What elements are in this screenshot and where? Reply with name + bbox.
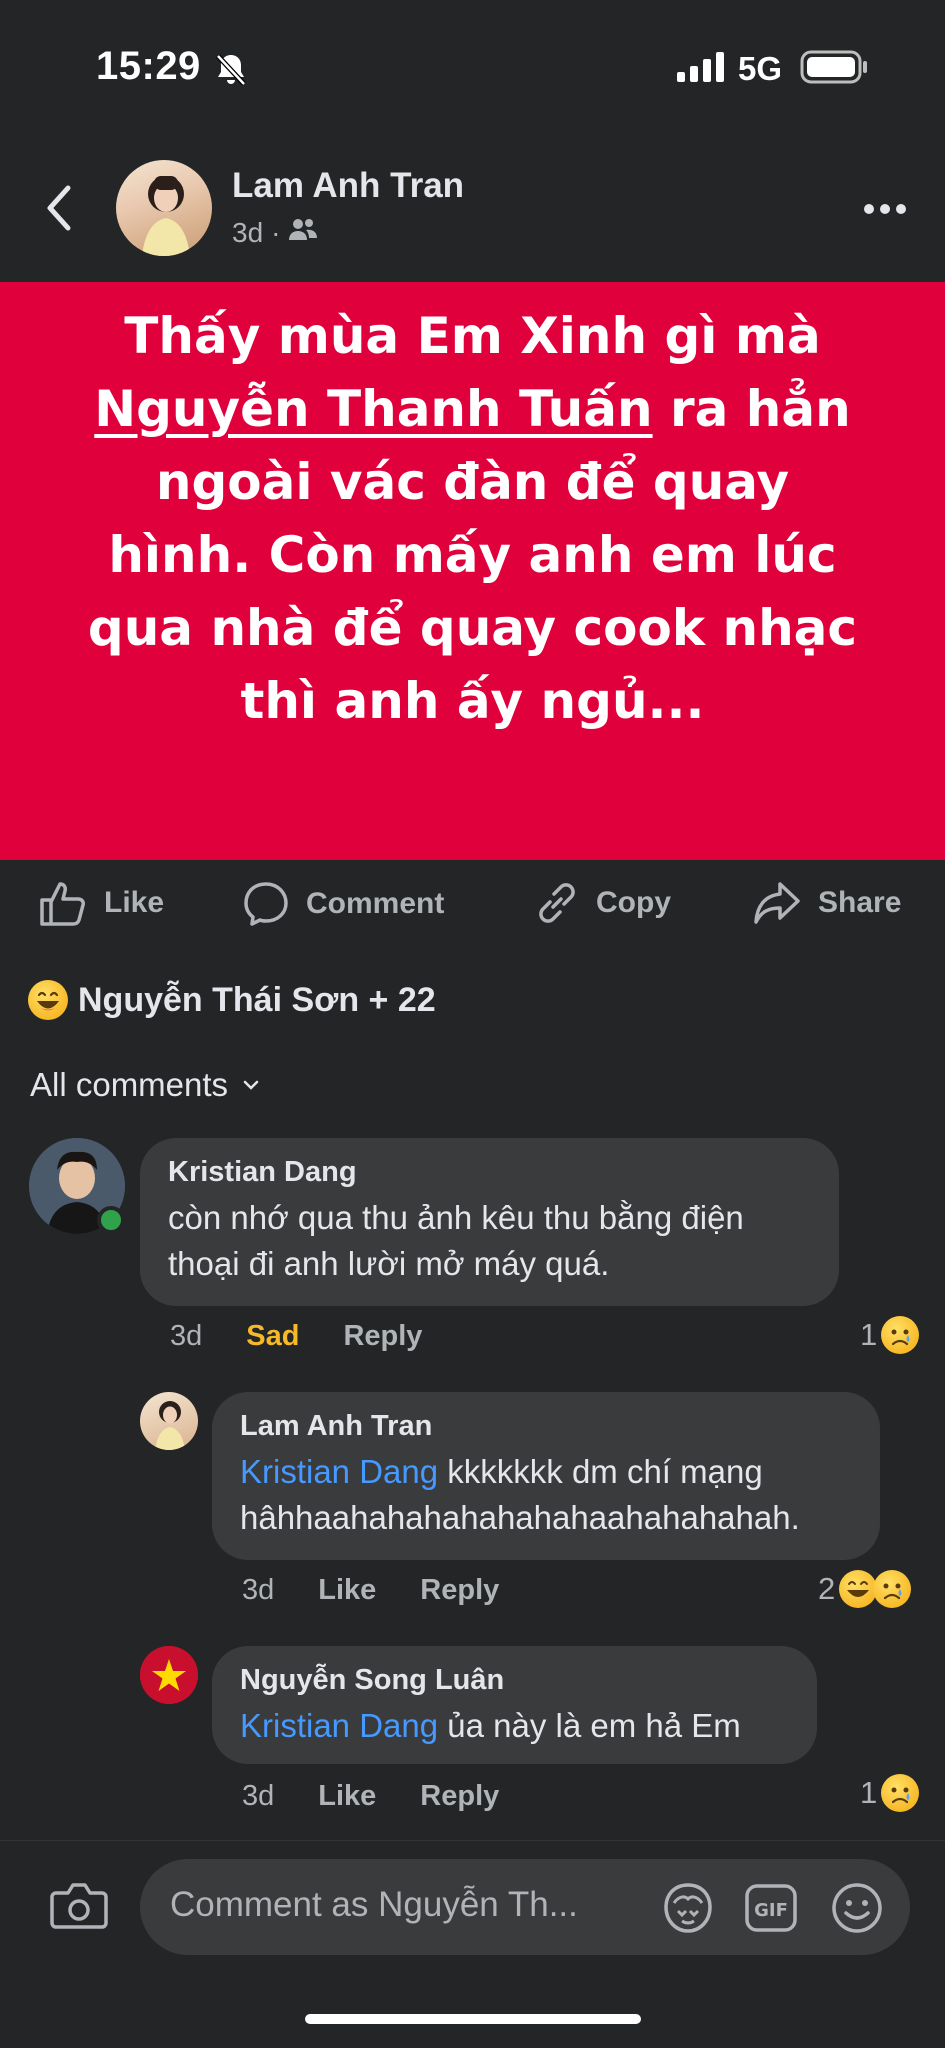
reactions-summary[interactable]: Nguyễn Thái Sơn + 22	[28, 980, 436, 1020]
camera-icon[interactable]	[50, 1881, 108, 1936]
comment-mention[interactable]: Kristian Dang	[240, 1453, 438, 1490]
commenter-avatar[interactable]	[140, 1646, 198, 1704]
commenter-avatar[interactable]	[140, 1392, 198, 1450]
copy-button[interactable]: Copy	[534, 880, 671, 926]
poster-name[interactable]: Lam Anh Tran	[232, 166, 464, 206]
comment-meta: 3d Like Reply	[242, 1574, 499, 1607]
share-button[interactable]: Share	[752, 880, 901, 926]
comment-filter-dropdown[interactable]: All comments	[30, 1066, 260, 1104]
post-line-text: ra hẳn	[652, 380, 851, 438]
comment-time: 3d	[242, 1780, 275, 1812]
comment-body: ủa này là em hả Em	[438, 1707, 741, 1744]
haha-reaction-icon	[839, 1570, 878, 1608]
meta-separator: ·	[271, 216, 281, 248]
comment-reaction-count[interactable]: 1	[860, 1316, 920, 1354]
like-comment-button[interactable]: Like	[318, 1574, 376, 1607]
friends-audience-icon	[288, 216, 318, 249]
reaction-count: 2	[818, 1571, 836, 1606]
comment-time: 3d	[170, 1320, 203, 1352]
sad-reaction-icon	[881, 1774, 920, 1812]
post-line: hình. Còn mấy anh em lúc	[108, 526, 837, 584]
bell-muted-icon	[214, 52, 248, 93]
like-comment-button[interactable]: Like	[318, 1780, 376, 1813]
comment-author[interactable]: Nguyễn Song Luân	[240, 1664, 789, 1697]
status-time: 15:29	[96, 44, 201, 88]
comment-meta: 3d Like Reply	[242, 1780, 499, 1813]
comment-label: Comment	[306, 887, 445, 920]
sad-reaction-icon	[873, 1570, 912, 1608]
post-line: thì anh ấy ngủ...	[240, 672, 705, 730]
post-actions: Like Comment Copy Share	[0, 868, 945, 948]
sad-reaction-icon	[881, 1316, 920, 1354]
gif-icon[interactable]: GIF	[744, 1883, 798, 1938]
post-header: Lam Anh Tran 3d ·	[0, 140, 945, 282]
comment-button[interactable]: Comment	[242, 880, 444, 928]
comment-text: Kristian Dang ủa này là em hả Em	[240, 1703, 789, 1749]
comment-input-placeholder: Comment as Nguyễn Th...	[170, 1885, 578, 1924]
post-line: Thấy mùa Em Xinh gì mà	[124, 307, 821, 365]
comment-bubble[interactable]: Kristian Dang còn nhớ qua thu ảnh kêu th…	[140, 1138, 839, 1306]
post-line: qua nhà để quay cook nhạc	[87, 599, 858, 657]
reply-bubble[interactable]: Lam Anh Tran Kristian Dang kkkkkkk dm ch…	[212, 1392, 880, 1560]
post-text: Thấy mùa Em Xinh gì mà Nguyễn Thanh Tuấn…	[88, 300, 857, 738]
comment-time: 3d	[242, 1574, 275, 1606]
back-icon[interactable]	[40, 180, 76, 241]
battery-icon	[800, 50, 868, 89]
reactions-summary-text: Nguyễn Thái Sơn + 22	[78, 980, 436, 1019]
chevron-down-icon	[243, 1080, 259, 1090]
post-content: Thấy mùa Em Xinh gì mà Nguyễn Thanh Tuấn…	[0, 282, 945, 860]
signal-icon	[677, 52, 725, 87]
emoji-icon[interactable]	[830, 1881, 884, 1940]
network-type: 5G	[738, 50, 783, 87]
home-indicator[interactable]	[305, 2014, 641, 2024]
reply-button[interactable]: Reply	[420, 1574, 499, 1607]
comment-author[interactable]: Kristian Dang	[168, 1156, 811, 1189]
like-label: Like	[104, 886, 165, 919]
avatar-sticker-icon[interactable]	[660, 1881, 716, 1940]
share-label: Share	[818, 886, 902, 919]
reaction-count: 1	[860, 1775, 878, 1810]
more-options-icon[interactable]	[862, 202, 908, 221]
poster-meta: 3d ·	[232, 216, 318, 249]
post-line: ngoài vác đàn để quay	[155, 453, 790, 511]
svg-text:GIF: GIF	[754, 1900, 788, 1921]
reaction-count: 1	[860, 1317, 878, 1352]
comment-author[interactable]: Lam Anh Tran	[240, 1410, 852, 1443]
status-bar: 15:29 5G	[0, 0, 945, 140]
post-line: Nguyễn Thanh Tuấn ra hẳn	[88, 373, 857, 446]
comment-reaction-count[interactable]: 1	[860, 1774, 920, 1812]
comment-input[interactable]: Comment as Nguyễn Th... GIF	[140, 1859, 910, 1955]
reply-button[interactable]: Reply	[420, 1780, 499, 1813]
comment-mention[interactable]: Kristian Dang	[240, 1707, 438, 1744]
poster-avatar[interactable]	[116, 160, 212, 256]
like-button[interactable]: Like	[38, 880, 164, 926]
copy-label: Copy	[596, 886, 671, 919]
reply-bubble[interactable]: Nguyễn Song Luân Kristian Dang ủa này là…	[212, 1646, 817, 1764]
comment-filter-label: All comments	[30, 1066, 229, 1103]
post-time: 3d	[232, 216, 264, 248]
reply-button[interactable]: Reply	[343, 1320, 422, 1353]
sad-reaction-button[interactable]: Sad	[246, 1320, 299, 1353]
online-status-dot	[97, 1206, 125, 1234]
comment-text: còn nhớ qua thu ảnh kêu thu bằng điện th…	[168, 1199, 744, 1282]
haha-reaction-icon	[28, 980, 68, 1020]
comment-reaction-count[interactable]: 2	[818, 1570, 912, 1608]
post-mention[interactable]: Nguyễn Thanh Tuấn	[94, 380, 652, 438]
comment-text: Kristian Dang kkkkkkk dm chí mạng hâhhaa…	[240, 1449, 852, 1541]
comment-meta: 3d Sad Reply	[170, 1320, 422, 1353]
